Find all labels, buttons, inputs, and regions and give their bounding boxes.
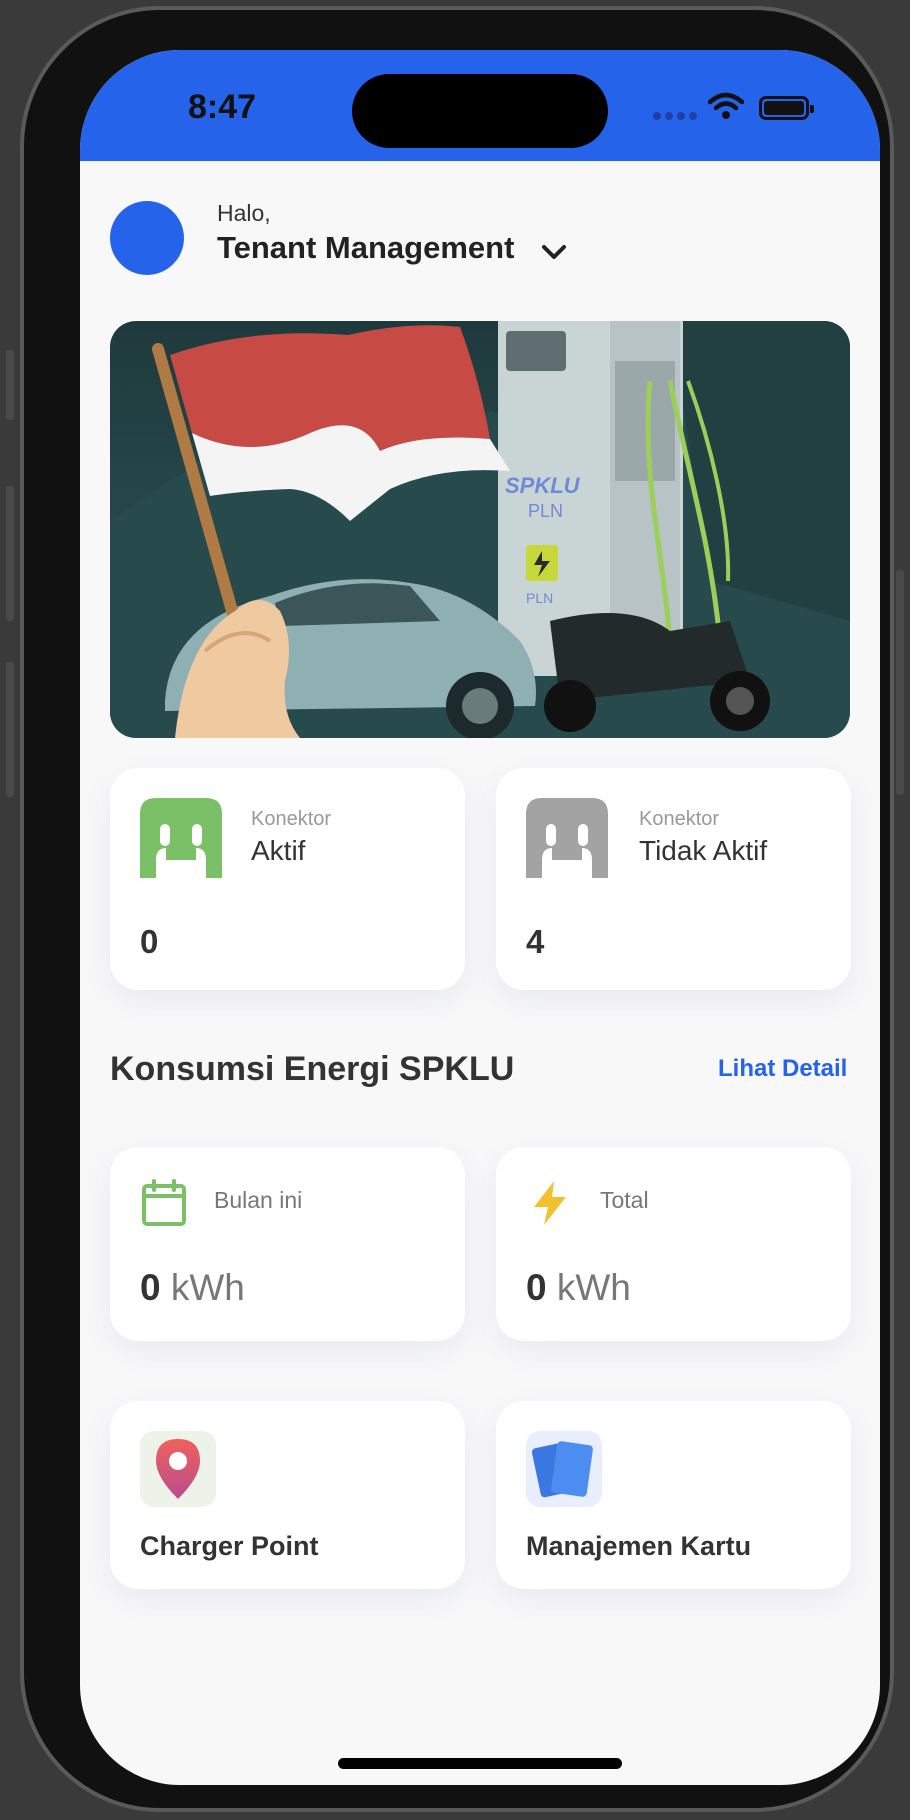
charger-brand-text: SPKLU: [505, 473, 581, 498]
card-management-card[interactable]: Manajemen Kartu: [496, 1401, 851, 1589]
energy-total-card[interactable]: Total 0 kWh: [496, 1147, 851, 1341]
energy-unit: kWh: [170, 1267, 245, 1308]
app-screen: 8:47 Halo, Tenant Management SPKLU PLN P…: [80, 50, 880, 1785]
energy-value: 0 kWh: [526, 1267, 631, 1309]
charger-sub-text: PLN: [528, 501, 563, 521]
connector-count: 0: [140, 923, 159, 960]
location-pin-icon: [140, 1431, 216, 1507]
energy-value: 0 kWh: [140, 1267, 245, 1309]
banner-illustration: SPKLU PLN PLN: [110, 321, 850, 738]
connector-sub-label: Konektor: [251, 808, 332, 830]
phone-frame: 8:47 Halo, Tenant Management SPKLU PLN P…: [20, 6, 894, 1812]
tenant-name[interactable]: Tenant Management: [217, 230, 514, 266]
calendar-icon: [142, 1179, 186, 1226]
connector-title: Aktif: [251, 835, 306, 866]
detail-link[interactable]: Lihat Detail: [718, 1055, 847, 1083]
wifi-icon: [708, 92, 744, 119]
charger-point-card[interactable]: Charger Point: [110, 1401, 465, 1589]
connector-count: 4: [526, 923, 545, 960]
lightning-icon: [534, 1181, 566, 1225]
connector-active-card[interactable]: Konektor Aktif 0: [110, 768, 465, 990]
energy-month-card[interactable]: Bulan ini 0 kWh: [110, 1147, 465, 1341]
energy-section-title: Konsumsi Energi SPKLU: [110, 1050, 515, 1088]
cards-icon: [526, 1431, 602, 1507]
greeting-text: Halo,: [217, 200, 271, 226]
chevron-down-icon[interactable]: [540, 240, 568, 264]
energy-label: Bulan ini: [214, 1187, 303, 1213]
status-bar: 8:47: [80, 50, 880, 161]
promo-banner[interactable]: SPKLU PLN PLN: [110, 321, 850, 738]
avatar[interactable]: [110, 201, 184, 275]
menu-label: Charger Point: [140, 1531, 319, 1561]
home-indicator[interactable]: [338, 1758, 622, 1769]
status-time: 8:47: [188, 88, 257, 126]
dynamic-island: [352, 74, 608, 148]
energy-unit: kWh: [556, 1267, 631, 1308]
signal-icon: [653, 112, 697, 120]
energy-label: Total: [600, 1187, 649, 1213]
battery-icon: [759, 96, 814, 120]
badge-text: PLN: [526, 590, 553, 606]
connector-inactive-icon: [526, 798, 608, 878]
energy-number: 0: [140, 1267, 161, 1308]
energy-number: 0: [526, 1267, 547, 1308]
connector-inactive-card[interactable]: Konektor Tidak Aktif 4: [496, 768, 851, 990]
connector-sub-label: Konektor: [639, 808, 720, 830]
menu-label: Manajemen Kartu: [526, 1531, 752, 1561]
connector-title: Tidak Aktif: [639, 835, 768, 866]
connector-active-icon: [140, 798, 222, 878]
